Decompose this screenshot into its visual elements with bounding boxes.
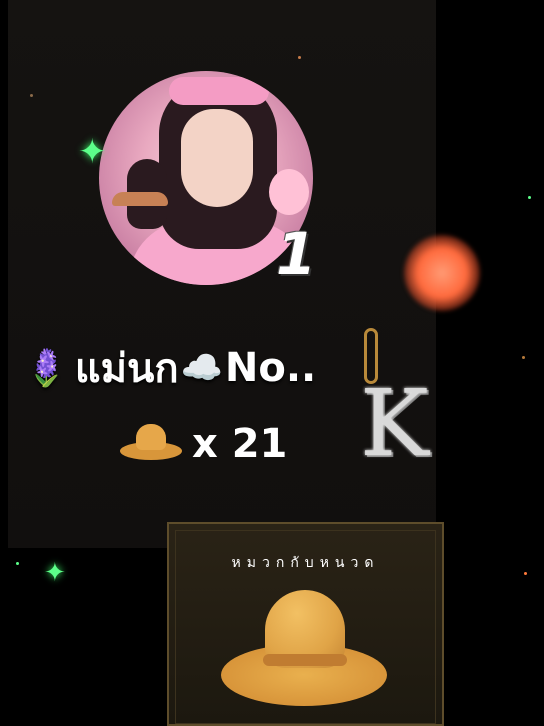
username: แม่นก xyxy=(74,346,179,392)
star-dot xyxy=(16,562,19,565)
gift-count: x 21 xyxy=(192,421,288,467)
glowing-orb xyxy=(404,235,480,311)
avatar-hair-bow xyxy=(169,77,269,105)
username-row: 🪻 แม่นก ☁️ No.. xyxy=(24,338,316,398)
star-dot xyxy=(524,572,527,575)
gift-count-row: x 21 xyxy=(120,412,287,476)
cowboy-hat-icon xyxy=(120,420,182,468)
pendant-letter: K xyxy=(360,370,429,477)
avatar-bunny-plush xyxy=(269,169,309,215)
gift-card-title: หมวกกับหนวด xyxy=(231,555,380,571)
rank-number: 1 xyxy=(276,220,317,288)
star-dot xyxy=(298,56,301,59)
username-suffix: No.. xyxy=(224,345,317,391)
hyacinth-icon: 🪻 xyxy=(24,348,69,389)
sparkle-icon: ✦ xyxy=(44,558,66,588)
star-dot xyxy=(30,94,33,97)
gift-card[interactable]: หมวกกับหนวด xyxy=(167,522,444,726)
star-dot xyxy=(528,196,531,199)
avatar-face xyxy=(181,109,253,207)
sparkle-icon: ✦ xyxy=(78,132,107,172)
cowboy-hat-icon xyxy=(221,590,387,714)
k-pendant-sticker: K xyxy=(360,328,436,477)
cloud-icon: ☁️ xyxy=(180,348,223,388)
star-dot xyxy=(522,356,525,359)
mustache-icon xyxy=(112,192,168,206)
